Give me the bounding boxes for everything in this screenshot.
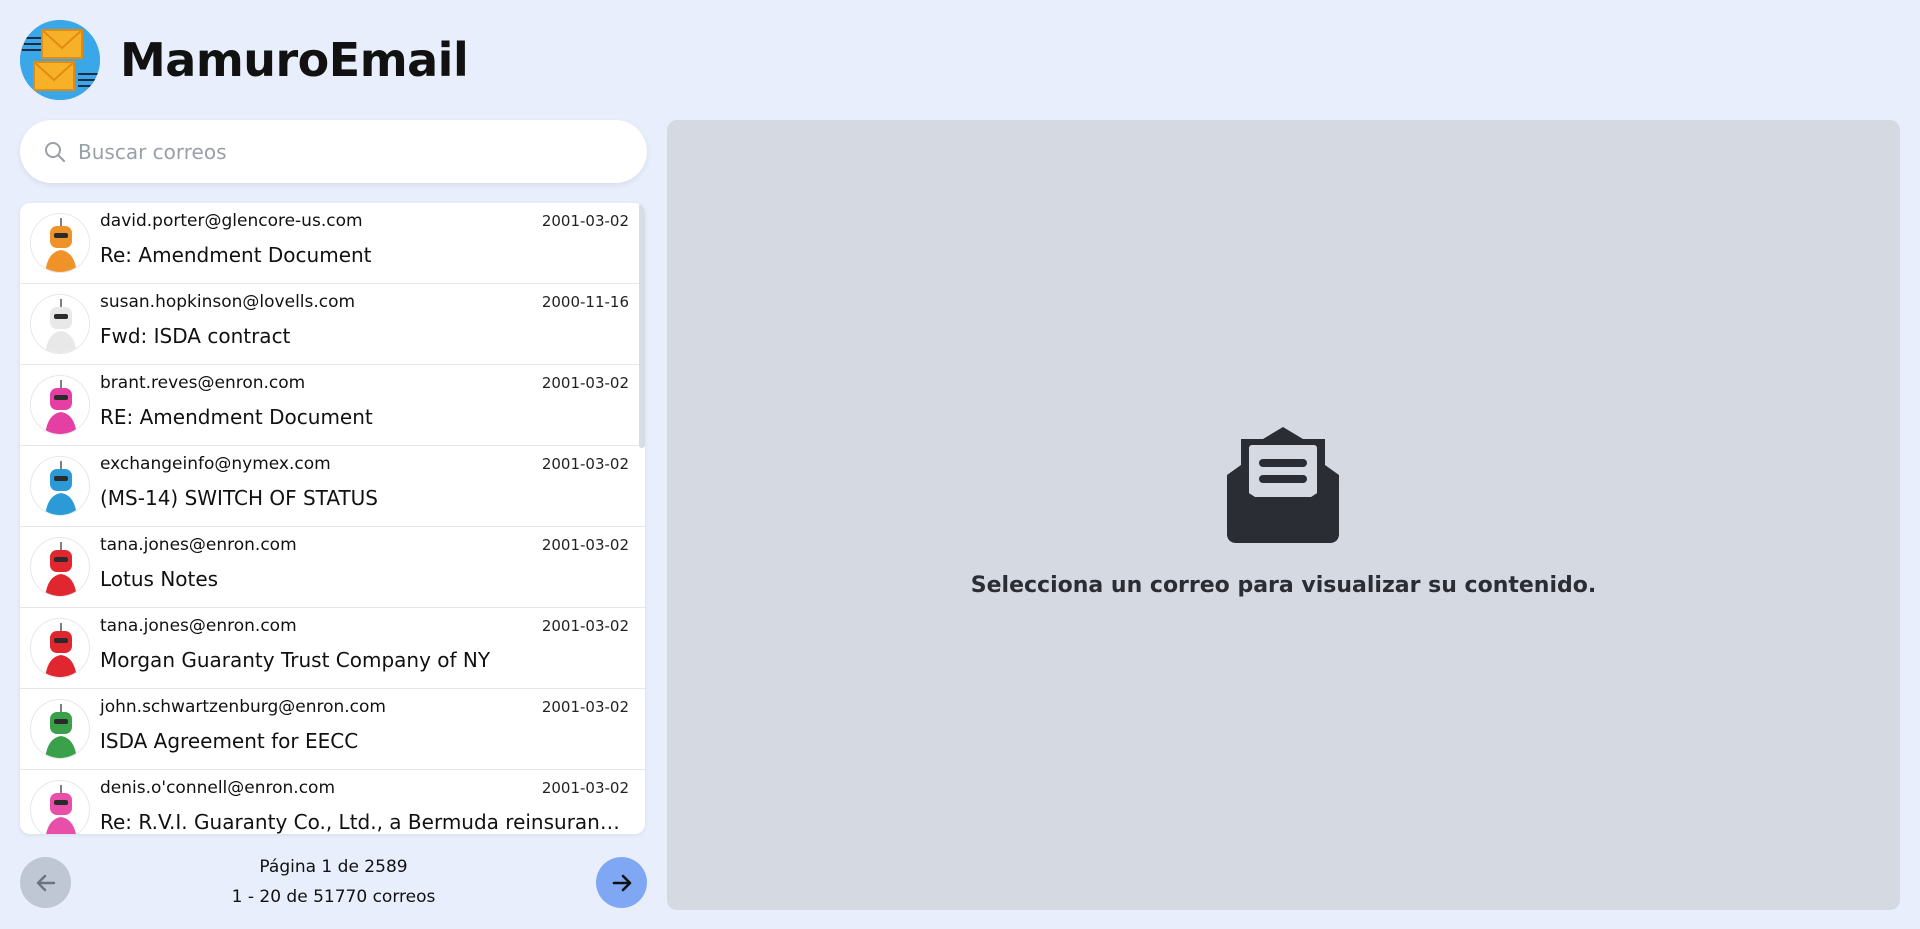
email-subject: Morgan Guaranty Trust Company of NY bbox=[100, 648, 491, 672]
email-list-item[interactable]: brant.reves@enron.com 2001-03-02 RE: Amend… bbox=[20, 365, 645, 446]
page-indicator: Página 1 de 2589 bbox=[259, 857, 408, 877]
email-list-item[interactable]: david.porter@glencore-us.com 2001-03-02 Re… bbox=[20, 203, 645, 284]
empty-state-message: Selecciona un correo para visualizar su … bbox=[970, 573, 1597, 598]
email-date: 2001-03-02 bbox=[541, 779, 629, 797]
robot-avatar-icon bbox=[31, 457, 89, 515]
avatar bbox=[30, 213, 90, 273]
email-sender: john.schwartzenburg@enron.com bbox=[100, 697, 386, 717]
avatar bbox=[30, 699, 90, 759]
avatar bbox=[30, 537, 90, 597]
email-subject: RE: Amendment Document bbox=[100, 405, 373, 429]
result-count: 1 - 20 de 51770 correos bbox=[231, 887, 436, 907]
email-viewer: Selecciona un correo para visualizar su … bbox=[667, 120, 1900, 910]
email-date: 2001-03-02 bbox=[541, 698, 629, 716]
app-title: MamuroEmail bbox=[120, 33, 469, 87]
robot-avatar-icon bbox=[31, 619, 89, 677]
next-page-button[interactable] bbox=[596, 857, 647, 908]
email-subject: ISDA Agreement for EECC bbox=[100, 729, 359, 753]
robot-avatar-icon bbox=[31, 538, 89, 596]
search-input[interactable] bbox=[78, 139, 618, 164]
list-scrollbar-thumb[interactable] bbox=[639, 203, 645, 448]
email-sender: brant.reves@enron.com bbox=[100, 373, 306, 393]
robot-avatar-icon bbox=[31, 295, 89, 353]
email-subject: Fwd: ISDA contract bbox=[100, 324, 291, 348]
email-sender: tana.jones@enron.com bbox=[100, 535, 297, 555]
avatar bbox=[30, 456, 90, 516]
left-panel: david.porter@glencore-us.com 2001-03-02 Re… bbox=[20, 120, 647, 908]
pagination: Página 1 de 2589 1 - 20 de 51770 correos bbox=[20, 855, 647, 915]
email-subject: Re: Amendment Document bbox=[100, 243, 372, 267]
robot-avatar-icon bbox=[31, 781, 89, 834]
app-logo bbox=[20, 20, 100, 100]
robot-avatar-icon bbox=[31, 376, 89, 434]
email-list-item[interactable]: exchangeinfo@nymex.com 2001-03-02 (MS-14) … bbox=[20, 446, 645, 527]
email-list-item[interactable]: tana.jones@enron.com 2001-03-02 Morgan Gua… bbox=[20, 608, 645, 689]
robot-avatar-icon bbox=[31, 700, 89, 758]
avatar bbox=[30, 780, 90, 834]
email-date: 2001-03-02 bbox=[541, 536, 629, 554]
search-bar[interactable] bbox=[20, 120, 647, 183]
email-subject: (MS-14) SWITCH OF STATUS bbox=[100, 486, 378, 510]
email-date: 2000-11-16 bbox=[541, 293, 629, 311]
email-list-item[interactable]: susan.hopkinson@lovells.com 2000-11-16 Fwd… bbox=[20, 284, 645, 365]
email-list-item[interactable]: john.schwartzenburg@enron.com 2001-03-02 I… bbox=[20, 689, 645, 770]
email-date: 2001-03-02 bbox=[541, 212, 629, 230]
robot-avatar-icon bbox=[31, 214, 89, 272]
email-sender: denis.o'connell@enron.com bbox=[100, 778, 336, 798]
search-icon bbox=[45, 141, 66, 162]
email-subject: Re: R.V.I. Guaranty Co., Ltd., a Bermuda… bbox=[100, 810, 630, 834]
app-header: MamuroEmail bbox=[20, 20, 469, 100]
envelope-logo-icon bbox=[20, 20, 100, 100]
email-sender: exchangeinfo@nymex.com bbox=[100, 454, 331, 474]
email-date: 2001-03-02 bbox=[541, 374, 629, 392]
email-date: 2001-03-02 bbox=[541, 455, 629, 473]
avatar bbox=[30, 294, 90, 354]
avatar bbox=[30, 618, 90, 678]
email-date: 2001-03-02 bbox=[541, 617, 629, 635]
email-sender: tana.jones@enron.com bbox=[100, 616, 297, 636]
email-subject: Lotus Notes bbox=[100, 567, 219, 591]
email-list[interactable]: david.porter@glencore-us.com 2001-03-02 Re… bbox=[20, 203, 645, 834]
email-list-item[interactable]: denis.o'connell@enron.com 2001-03-02 Re: R… bbox=[20, 770, 645, 834]
arrow-right-icon bbox=[612, 874, 631, 891]
list-scrollbar[interactable] bbox=[639, 203, 645, 834]
open-envelope-icon bbox=[1227, 427, 1339, 543]
email-sender: david.porter@glencore-us.com bbox=[100, 211, 363, 231]
email-list-item[interactable]: tana.jones@enron.com 2001-03-02 Lotus Note… bbox=[20, 527, 645, 608]
email-sender: susan.hopkinson@lovells.com bbox=[100, 292, 356, 312]
avatar bbox=[30, 375, 90, 435]
